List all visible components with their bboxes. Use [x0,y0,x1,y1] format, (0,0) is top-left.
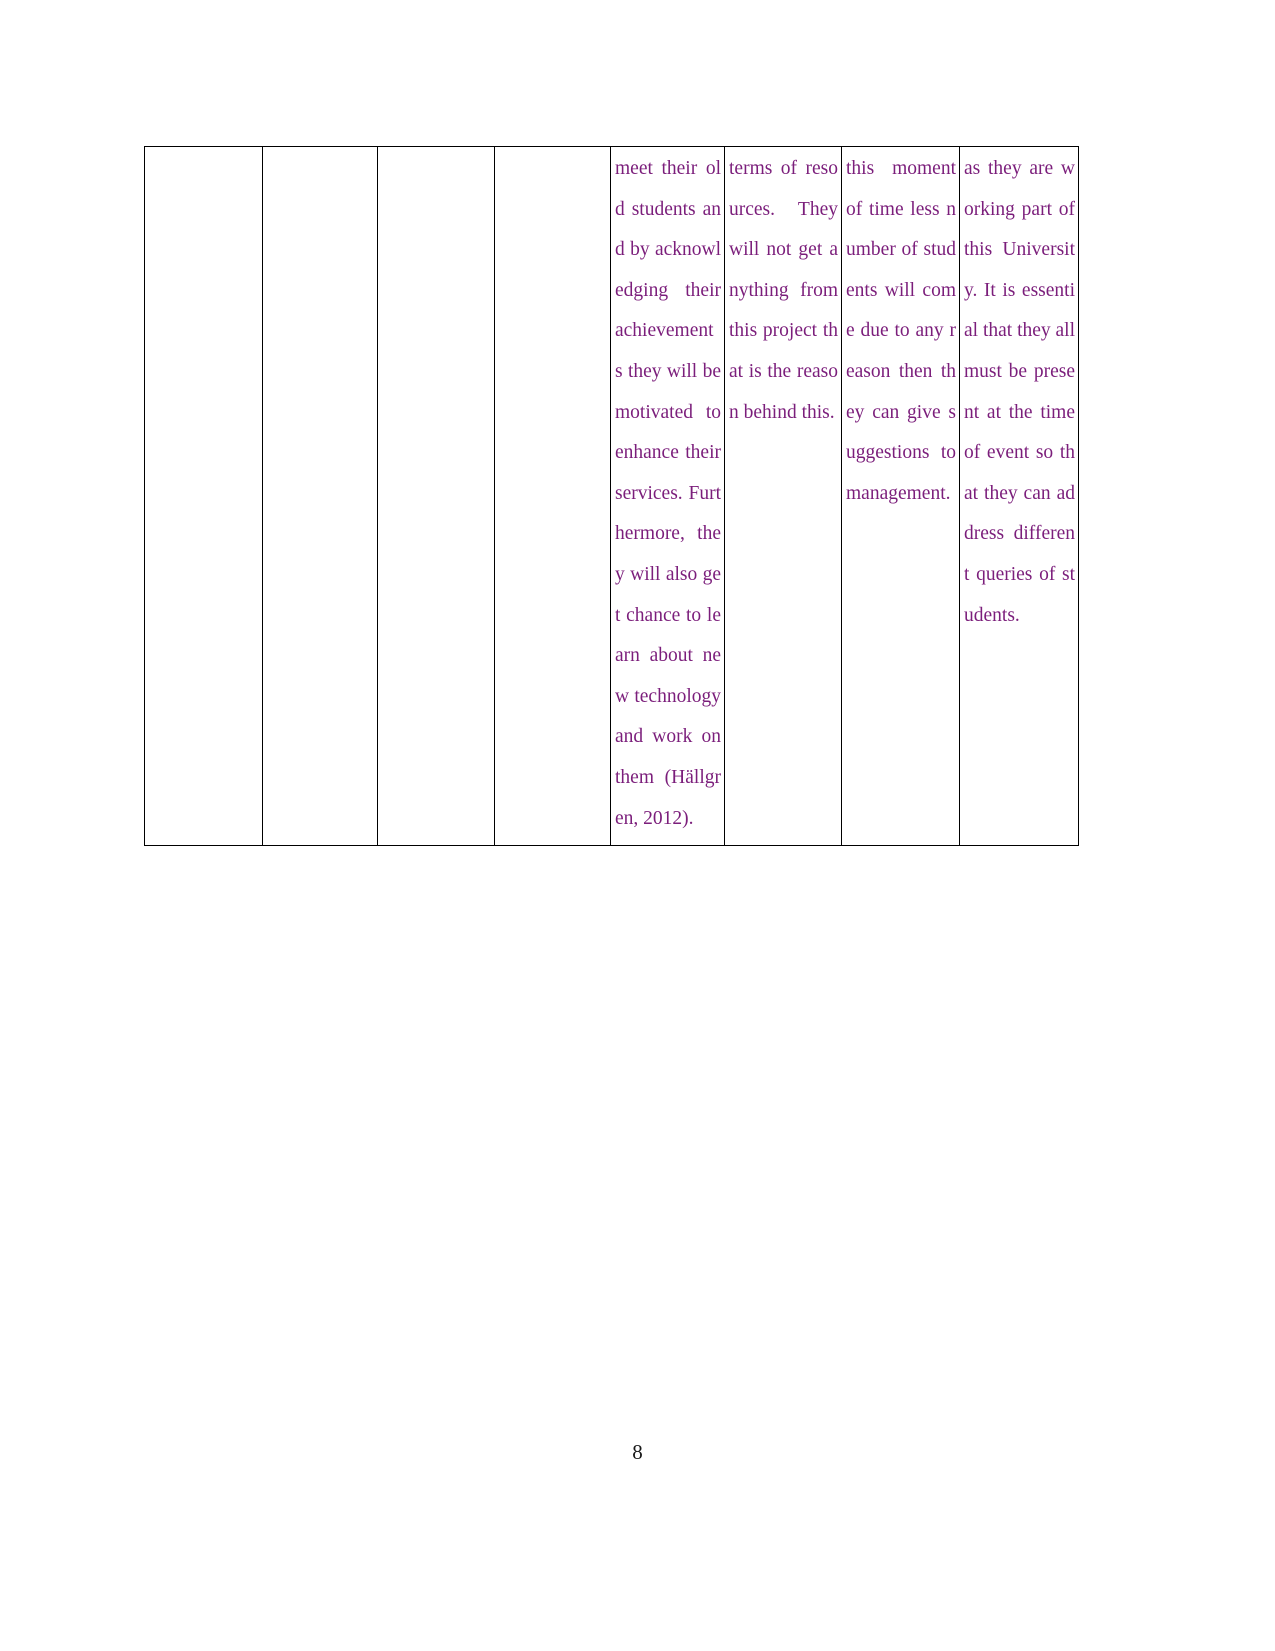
table-cell-7: this moment of time less number of stude… [841,145,960,847]
table-cell-6: terms of resources. They will not get an… [724,145,842,847]
cell-text-6: terms of resources. They will not get an… [729,158,838,423]
table-cell-4 [494,145,611,847]
table-cell-1 [144,145,263,847]
table-cell-2 [262,145,378,847]
document-page: meet their old students and by acknowled… [0,0,1275,1651]
cell-text-5: meet their old students and by acknowled… [615,158,721,829]
table-cell-8: as they are working part of this Univers… [959,145,1079,847]
page-number: 8 [632,1440,643,1464]
content-table: meet their old students and by acknowled… [144,145,1079,847]
table-row: meet their old students and by acknowled… [144,145,1079,847]
cell-text-7: this moment of time less number of stude… [846,158,956,504]
table-cell-5: meet their old students and by acknowled… [610,145,725,847]
cell-text-8: as they are working part of this Univers… [964,158,1076,626]
table-cell-3 [377,145,495,847]
